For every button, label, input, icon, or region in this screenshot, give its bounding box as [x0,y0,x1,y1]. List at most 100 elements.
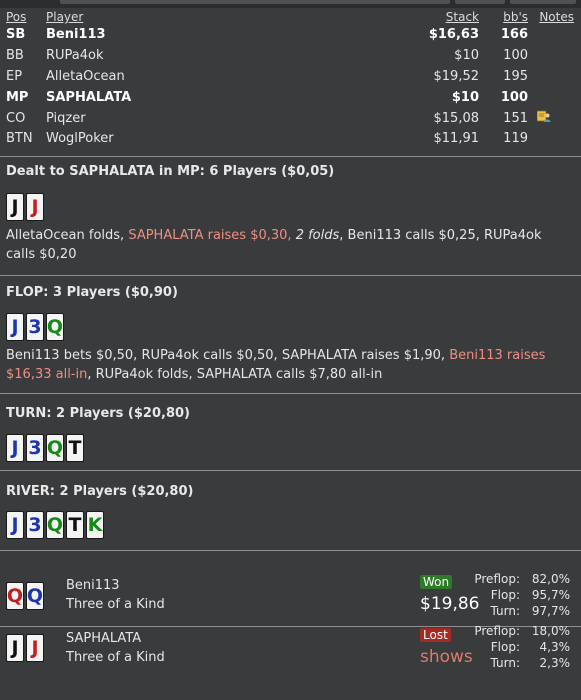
turn-title: TURN: 2 Players ($20,80) [6,406,190,421]
tab-handle[interactable] [455,0,505,4]
player-row[interactable]: MP SAPHALATA $10 100 [0,90,581,110]
flop-title: FLOP: 3 Players ($0,90) [6,285,178,300]
player-bbs: 166 [500,27,528,42]
player-bbs: 195 [503,69,528,84]
action-text: , RUPa4ok folds, SAPHALATA calls $7,80 a… [87,367,383,382]
river-cards: J 3 Q T K [6,511,104,539]
player-stack: $11,91 [433,131,480,146]
playing-card: J [26,634,44,662]
playing-card: Q [46,313,64,341]
equity-label: Flop: [490,588,520,602]
showdown-cards: J J [6,634,44,662]
playing-card: Q [26,582,44,610]
player-bbs: 119 [503,131,528,146]
playing-card: Q [46,434,64,462]
player-name: RUPa4ok [46,48,104,63]
playing-card: Q [6,582,24,610]
preflop-title: Dealt to SAPHALATA in MP: 6 Players ($0,… [6,164,335,179]
flop-action: Beni113 bets $0,50, RUPa4ok calls $0,50,… [6,346,574,384]
player-pos: BB [6,48,24,63]
player-bbs: 100 [503,48,528,63]
player-name: SAPHALATA [46,90,132,105]
equity-value: 95,7% [531,588,570,602]
playing-card: 3 [26,434,44,462]
playing-card: J [6,434,24,462]
player-stack: $16,63 [428,27,479,42]
tab-handle[interactable] [510,0,576,4]
equity-label: Turn: [490,656,520,670]
playing-card: K [86,511,104,539]
divider [0,393,581,394]
player-pos: SB [6,27,26,42]
divider [0,550,581,551]
player-row[interactable]: BTN WoglPoker $11,91 119 [0,131,581,151]
equity-value: 18,0% [531,624,570,638]
shows-label: shows [420,647,473,667]
equity-label: Flop: [490,640,520,654]
column-header-pos[interactable]: Pos [6,10,26,24]
player-stack: $10 [451,90,479,105]
player-bbs: 151 [503,111,528,126]
playing-card: J [6,313,24,341]
equity-value: 82,0% [531,572,570,586]
column-header-notes[interactable]: Notes [539,10,574,24]
showdown-cards: Q Q [6,582,44,610]
playing-card: J [26,193,44,221]
divider [0,156,581,157]
action-text: Beni113 bets $0,50, RUPa4ok calls $0,50,… [6,348,450,363]
playing-card: T [66,511,84,539]
hero-raise-text: SAPHALATA raises $0,30, [128,228,292,243]
column-header-stack[interactable]: Stack [446,10,479,24]
player-pos: BTN [6,131,33,146]
equity-value: 2,3% [539,656,571,670]
player-row[interactable]: BB RUPa4ok $10 100 [0,48,581,68]
divider [0,275,581,276]
equity-label: Turn: [490,604,520,618]
player-stack: $10 [454,48,479,63]
playing-card: 3 [26,313,44,341]
preflop-action: AlletaOcean folds, SAPHALATA raises $0,3… [6,226,574,264]
top-strip [0,0,581,8]
player-row[interactable]: SB Beni113 $16,63 166 [0,27,581,47]
divider [0,470,581,471]
equity-panel: Preflop: 18,0% Flop: 4,3% Turn: 2,3% [474,624,580,674]
player-name: Beni113 [46,27,106,42]
turn-cards: J 3 Q T [6,434,84,462]
playing-card: J [6,634,24,662]
showdown-player-name: SAPHALATA [66,631,142,646]
showdown-hand: Three of a Kind [66,597,165,612]
tab-handle[interactable] [60,0,450,4]
player-name: AlletaOcean [46,69,125,84]
playing-card: T [66,434,84,462]
player-name: WoglPoker [46,131,114,146]
equity-label: Preflop: [474,572,520,586]
player-row[interactable]: EP AlletaOcean $19,52 195 [0,69,581,89]
hole-cards: J J [6,193,44,221]
playing-card: Q [46,511,64,539]
player-name: Piqzer [46,111,86,126]
won-amount: $19,86 [420,594,480,614]
playing-card: J [6,193,24,221]
flop-cards: J 3 Q [6,313,64,341]
column-header-player[interactable]: Player [46,10,83,24]
playing-card: 3 [26,511,44,539]
player-stack: $15,08 [433,111,480,126]
note-person-icon[interactable] [537,110,551,122]
equity-value: 4,3% [539,640,571,654]
playing-card: J [6,511,24,539]
player-pos: EP [6,69,23,84]
lost-badge: Lost [420,628,451,642]
action-text: AlletaOcean folds, [6,228,129,243]
player-bbs: 100 [500,90,528,105]
river-title: RIVER: 2 Players ($20,80) [6,484,194,499]
folds-text: 2 folds [295,228,340,243]
player-row[interactable]: CO Piqzer $15,08 151 [0,111,581,131]
player-stack: $19,52 [433,69,480,84]
player-pos: CO [6,111,26,126]
column-header-bbs[interactable]: bb's [503,10,528,24]
showdown-player-name: Beni113 [66,578,120,593]
won-badge: Won [420,575,453,589]
showdown-hand: Three of a Kind [66,650,165,665]
equity-label: Preflop: [474,624,520,638]
player-pos: MP [6,90,29,105]
